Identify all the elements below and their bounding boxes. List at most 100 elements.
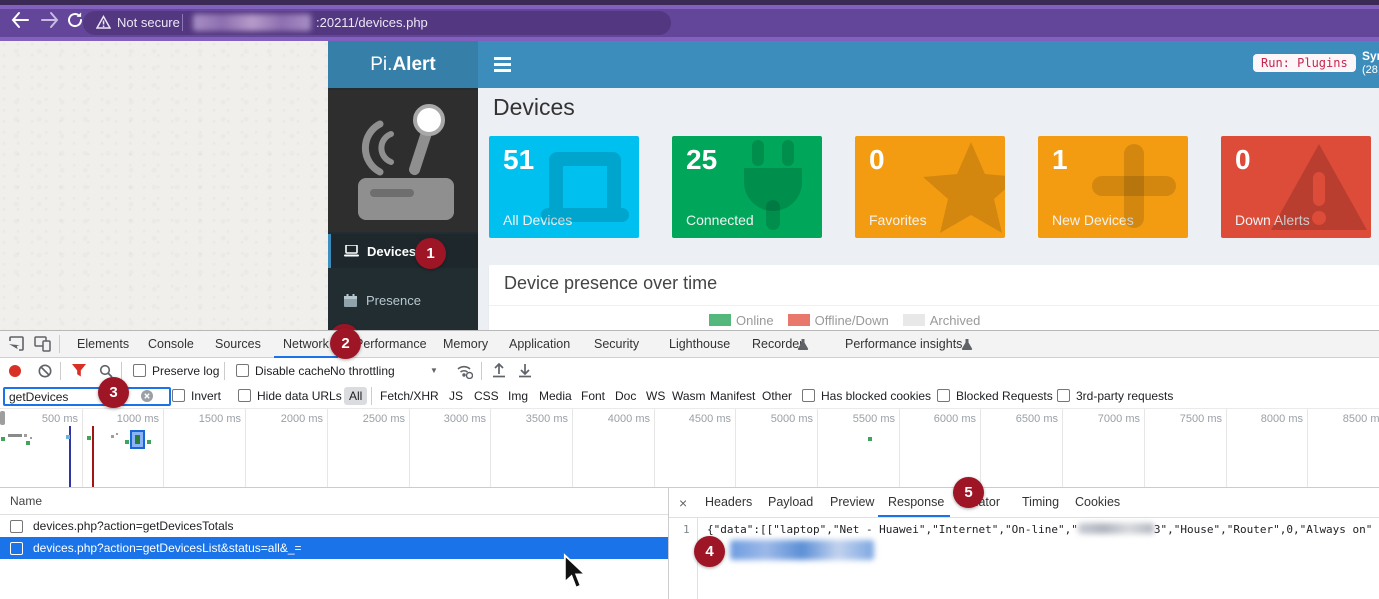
disable-cache-checkbox[interactable]: Disable cache xyxy=(236,364,330,378)
filter-type-js[interactable]: JS xyxy=(449,389,463,403)
card-all-devices[interactable]: 51 All Devices xyxy=(489,136,639,238)
waterfall-dot xyxy=(111,435,114,438)
detail-tab-payload[interactable]: Payload xyxy=(768,495,813,509)
forward-icon[interactable] xyxy=(40,11,60,29)
devtools-panel: Elements Console Sources Network Perform… xyxy=(0,330,1379,599)
waterfall-dot-green xyxy=(868,437,872,441)
pialert-logo[interactable]: Pi.Alert xyxy=(328,41,478,88)
card-down-alerts[interactable]: 0 Down Alerts xyxy=(1221,136,1371,238)
checkbox-icon xyxy=(133,364,146,377)
run-plugins-button[interactable]: Run: Plugins xyxy=(1253,54,1356,72)
card-connected[interactable]: 25 Connected xyxy=(672,136,822,238)
filter-type-wasm[interactable]: Wasm xyxy=(672,389,706,403)
clear-filter-icon[interactable] xyxy=(141,390,153,402)
detail-tab-response[interactable]: Response xyxy=(888,495,944,509)
not-secure-label: Not secure xyxy=(117,15,180,30)
import-har-icon[interactable] xyxy=(492,363,506,378)
hamburger-menu-icon[interactable] xyxy=(494,57,511,72)
timeline-gridline xyxy=(1062,409,1063,487)
filter-type-doc[interactable]: Doc xyxy=(615,389,636,403)
waterfall-dot-green xyxy=(87,436,91,440)
export-har-icon[interactable] xyxy=(518,363,532,378)
search-icon[interactable] xyxy=(99,364,113,378)
filter-type-media[interactable]: Media xyxy=(539,389,572,403)
tab-performance[interactable]: Performance xyxy=(355,337,427,351)
timeline-tick-label: 500 ms xyxy=(16,413,78,425)
third-party-requests-checkbox[interactable]: 3rd-party requests xyxy=(1057,389,1173,403)
network-filter-row: Invert Hide data URLs All Fetch/XHR JS C… xyxy=(0,384,1379,409)
filter-type-font[interactable]: Font xyxy=(581,389,605,403)
filter-type-img[interactable]: Img xyxy=(508,389,528,403)
invert-checkbox[interactable]: Invert xyxy=(172,389,221,403)
tab-performance-insights[interactable]: Performance insights xyxy=(845,337,962,351)
presence-legend: Online Offline/Down Archived xyxy=(709,313,980,328)
chevron-down-icon[interactable]: ▼ xyxy=(430,366,438,375)
tab-memory[interactable]: Memory xyxy=(443,337,488,351)
laptop-icon xyxy=(344,245,359,257)
network-conditions-icon[interactable] xyxy=(456,363,473,379)
timeline-gridline xyxy=(409,409,410,487)
sidebar-item-devices[interactable]: Devices xyxy=(328,234,481,268)
detail-tab-headers[interactable]: Headers xyxy=(705,495,752,509)
timeline-tick-label: 3500 ms xyxy=(506,413,568,425)
tab-console[interactable]: Console xyxy=(148,337,194,351)
clear-icon[interactable] xyxy=(38,364,52,378)
tab-sources[interactable]: Sources xyxy=(215,337,261,351)
card-new-devices[interactable]: 1 New Devices xyxy=(1038,136,1188,238)
filter-type-all[interactable]: All xyxy=(344,387,367,405)
filter-type-fetch-xhr[interactable]: Fetch/XHR xyxy=(380,389,439,403)
request-list-header[interactable]: Name xyxy=(0,488,668,515)
preserve-log-checkbox[interactable]: Preserve log xyxy=(133,364,219,378)
card-favorites[interactable]: 0 Favorites xyxy=(855,136,1005,238)
app-topnav: Run: Plugins Sym (28, xyxy=(478,41,1379,88)
filter-type-ws[interactable]: WS xyxy=(646,389,665,403)
address-url: :20211/devices.php xyxy=(316,15,428,30)
tab-application[interactable]: Application xyxy=(509,337,570,351)
close-icon[interactable]: × xyxy=(679,495,687,511)
request-name: devices.php?action=getDevicesTotals xyxy=(33,519,233,533)
inspect-icon[interactable] xyxy=(8,335,25,352)
annotation-step-2: 2 xyxy=(330,328,361,359)
toolbar-separator xyxy=(121,362,122,380)
tab-lighthouse[interactable]: Lighthouse xyxy=(669,337,730,351)
annotation-step-1: 1 xyxy=(415,238,446,269)
hide-data-urls-checkbox[interactable]: Hide data URLs xyxy=(238,389,342,403)
flask-icon xyxy=(961,338,973,351)
checkbox-icon xyxy=(236,364,249,377)
network-overview-timeline[interactable]: 500 ms1000 ms1500 ms2000 ms2500 ms3000 m… xyxy=(0,409,1379,488)
timeline-tick-label: 6500 ms xyxy=(996,413,1058,425)
throttling-value: No throttling xyxy=(330,364,395,378)
tab-network[interactable]: Network xyxy=(283,337,329,351)
blocked-requests-checkbox[interactable]: Blocked Requests xyxy=(937,389,1053,403)
back-icon[interactable] xyxy=(10,11,30,29)
request-row[interactable]: devices.php?action=getDevicesTotals xyxy=(0,515,668,537)
third-party-requests-label: 3rd-party requests xyxy=(1076,389,1173,403)
not-secure-warning-icon[interactable] xyxy=(96,15,111,30)
filter-funnel-icon[interactable] xyxy=(72,364,86,377)
load-marker xyxy=(92,426,94,487)
refresh-icon[interactable] xyxy=(66,11,84,29)
checkbox-icon[interactable] xyxy=(10,542,23,555)
checkbox-icon xyxy=(937,389,950,402)
device-toolbar-icon[interactable] xyxy=(34,335,51,352)
redacted-request-query xyxy=(730,540,874,560)
has-blocked-cookies-checkbox[interactable]: Has blocked cookies xyxy=(802,389,931,403)
timeline-gridline xyxy=(817,409,818,487)
filter-type-manifest[interactable]: Manifest xyxy=(710,389,755,403)
throttling-select[interactable]: No throttling xyxy=(330,364,395,378)
detail-tab-preview[interactable]: Preview xyxy=(830,495,874,509)
tab-recorder[interactable]: Recorder xyxy=(752,337,803,351)
detail-tab-cookies[interactable]: Cookies xyxy=(1075,495,1120,509)
tab-elements[interactable]: Elements xyxy=(77,337,129,351)
checkbox-icon[interactable] xyxy=(10,520,23,533)
mouse-cursor xyxy=(563,553,587,591)
checkbox-icon xyxy=(238,389,251,402)
filter-type-other[interactable]: Other xyxy=(762,389,792,403)
record-icon[interactable] xyxy=(9,365,21,377)
filter-type-css[interactable]: CSS xyxy=(474,389,499,403)
detail-tab-timing[interactable]: Timing xyxy=(1022,495,1059,509)
sidebar-item-presence[interactable]: Presence xyxy=(328,283,478,317)
tab-security[interactable]: Security xyxy=(594,337,639,351)
brand-alert: Alert xyxy=(392,54,435,76)
overview-scroll-nub[interactable] xyxy=(0,411,5,425)
